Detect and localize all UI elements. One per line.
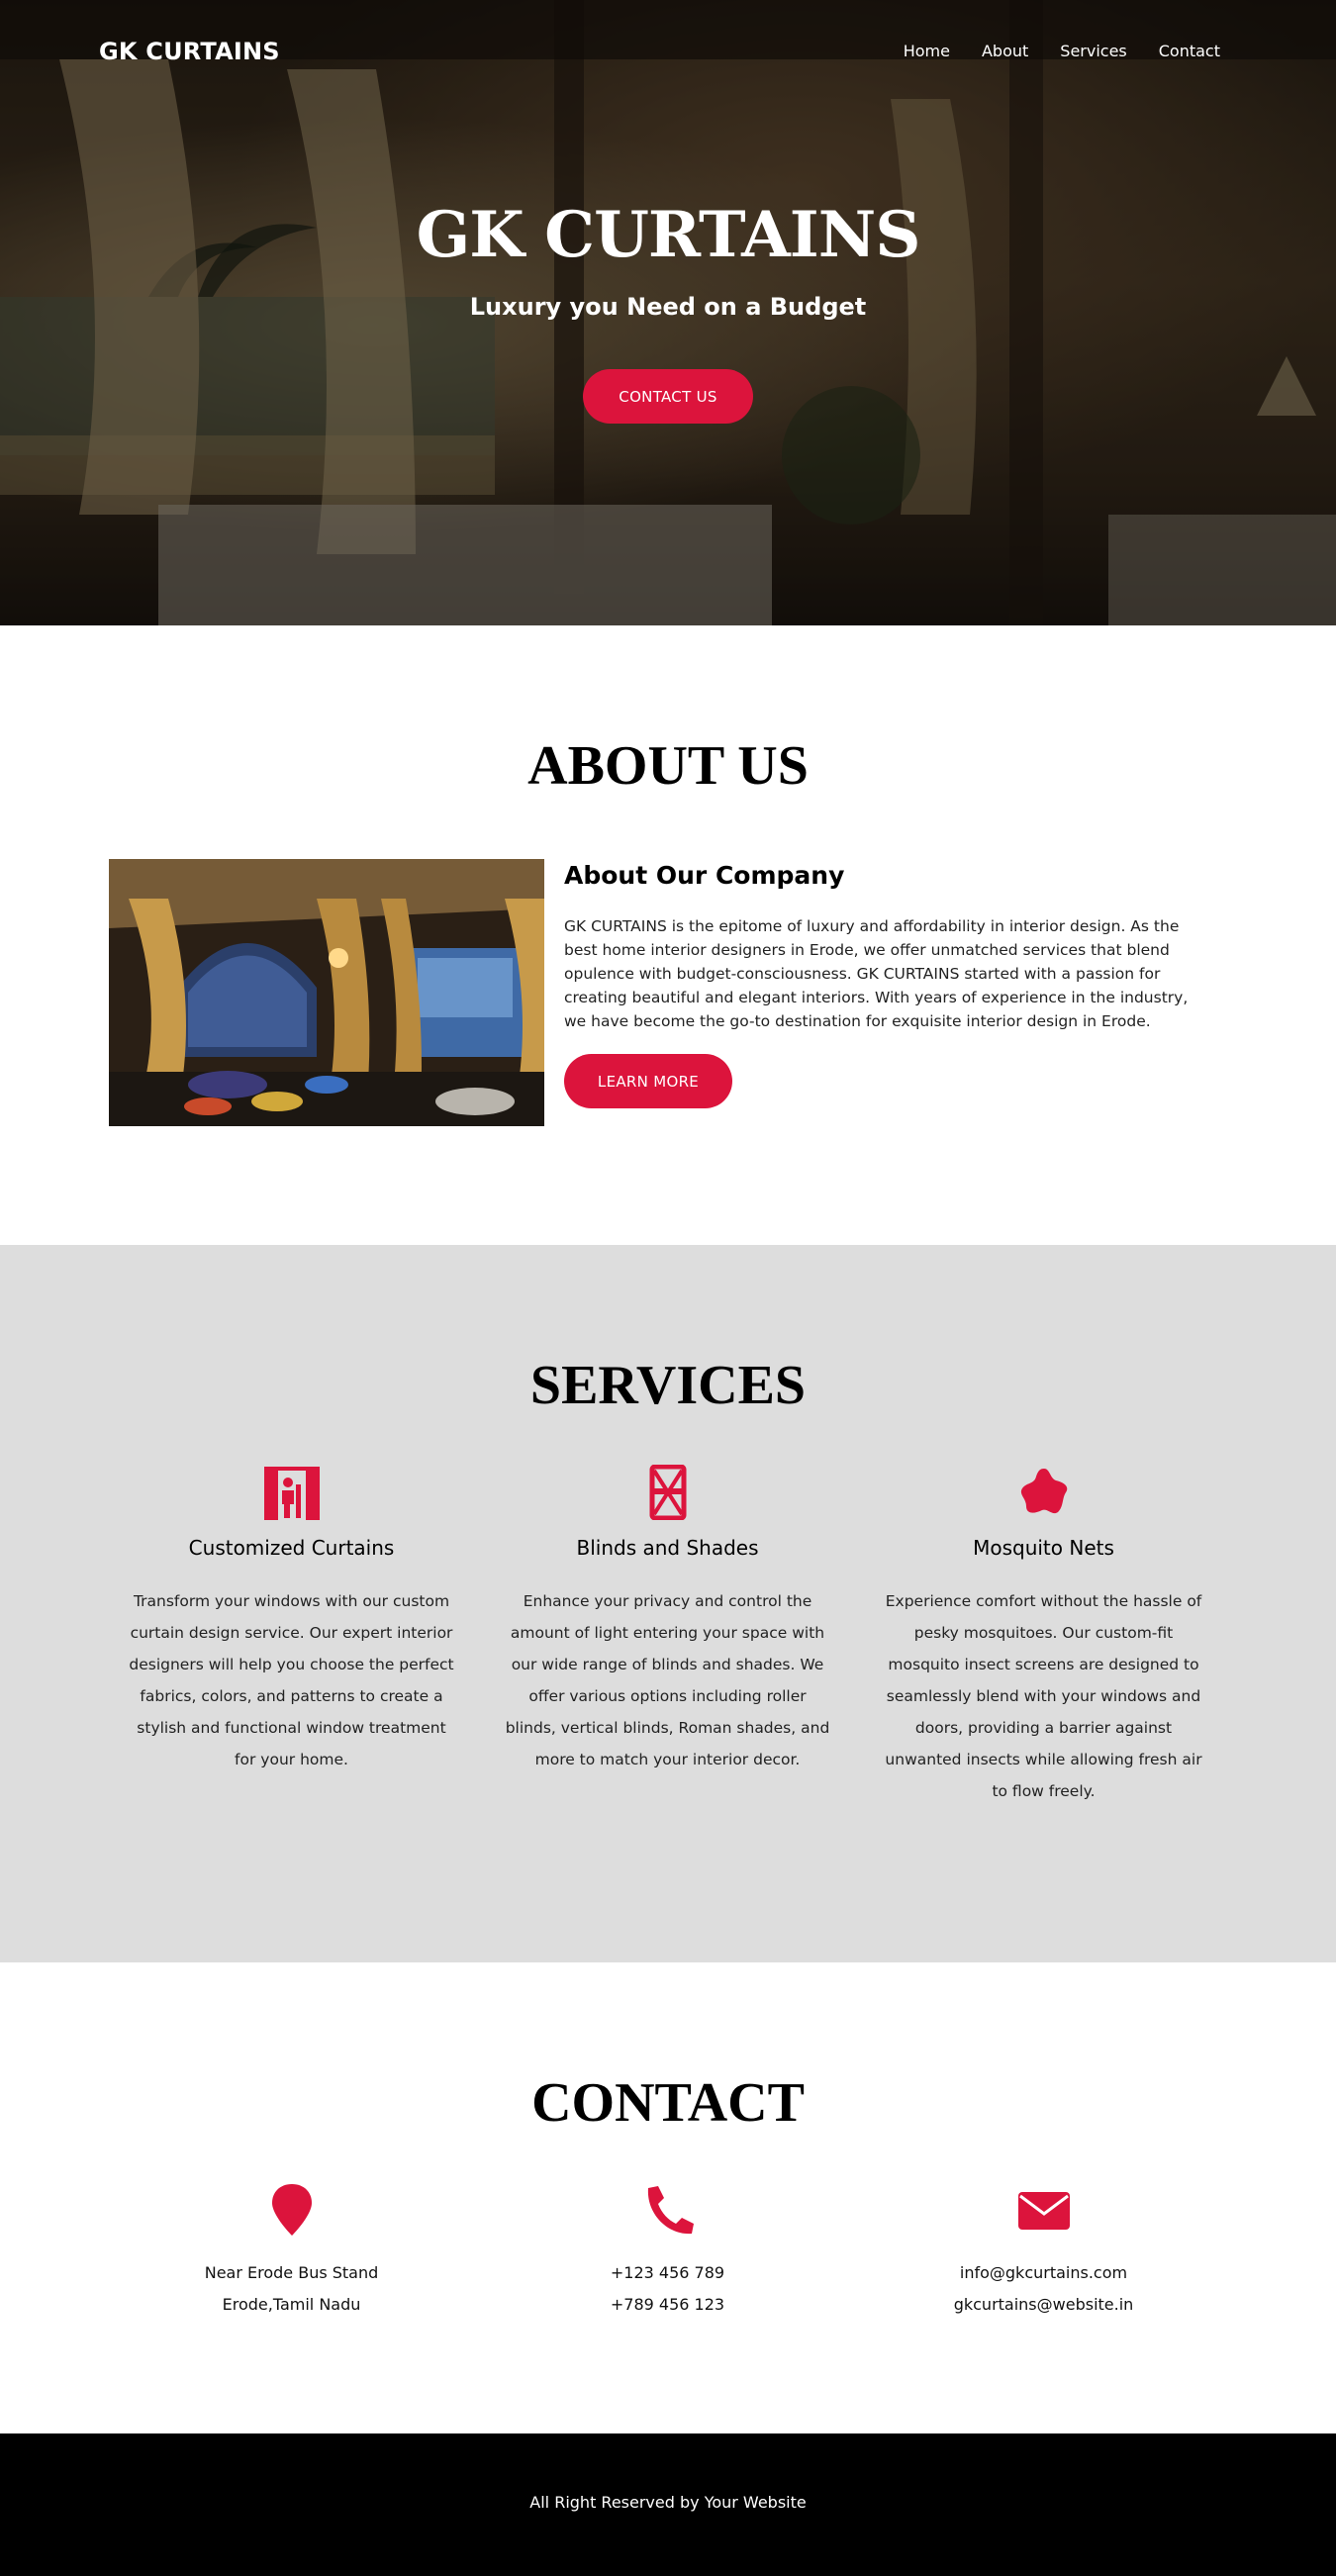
footer-copyright: All Right Reserved by Your Website xyxy=(529,2493,807,2512)
email-address[interactable]: gkcurtains@website.in xyxy=(873,2289,1214,2321)
mosquito-net-icon xyxy=(1020,1469,1067,1514)
hero-section: GK CURTAINS Home About Services Contact … xyxy=(0,0,1336,625)
learn-more-button[interactable]: LEARN MORE xyxy=(564,1054,732,1108)
about-image xyxy=(109,859,544,1126)
service-description: Enhance your privacy and control the amo… xyxy=(505,1592,830,1768)
service-card-blinds: Blinds and Shades Enhance your privacy a… xyxy=(497,1465,838,1775)
about-section: ABOUT US About Our Company GK CURTAINS i… xyxy=(0,625,1336,1245)
contact-phone: +123 456 789 +789 456 123 xyxy=(497,2182,838,2321)
service-card-mosquito-nets: Mosquito Nets Experience comfort without… xyxy=(873,1465,1214,1807)
about-heading: About Our Company xyxy=(564,861,845,890)
phone-number[interactable]: +789 456 123 xyxy=(497,2289,838,2321)
email-address[interactable]: info@gkcurtains.com xyxy=(873,2257,1214,2289)
service-description: Transform your windows with our custom c… xyxy=(129,1592,454,1768)
contact-address: Near Erode Bus Stand Erode,Tamil Nadu xyxy=(121,2182,462,2321)
service-card-curtains: Customized Curtains Transform your windo… xyxy=(121,1465,462,1775)
contact-email: info@gkcurtains.com gkcurtains@website.i… xyxy=(873,2182,1214,2321)
nav-home[interactable]: Home xyxy=(904,42,950,60)
phone-number[interactable]: +123 456 789 xyxy=(497,2257,838,2289)
hero-title: GK CURTAINS xyxy=(416,198,921,272)
about-title: ABOUT US xyxy=(527,735,809,797)
services-title: SERVICES xyxy=(529,1355,807,1416)
location-pin-icon xyxy=(271,2184,312,2236)
service-description: Experience comfort without the hassle of… xyxy=(885,1592,1202,1800)
footer: All Right Reserved by Your Website xyxy=(0,2433,1336,2576)
contact-title: CONTACT xyxy=(531,2072,805,2134)
blinds-icon xyxy=(649,1465,686,1520)
about-description: GK CURTAINS is the epitome of luxury and… xyxy=(564,917,1189,1030)
nav-contact[interactable]: Contact xyxy=(1159,42,1220,60)
nav-about[interactable]: About xyxy=(982,42,1028,60)
envelope-icon xyxy=(1017,2192,1070,2230)
brand-logo[interactable]: GK CURTAINS xyxy=(99,38,280,65)
hero-subtitle: Luxury you Need on a Budget xyxy=(469,293,867,321)
contact-us-button[interactable]: CONTACT US xyxy=(583,369,753,424)
address-line: Erode,Tamil Nadu xyxy=(222,2295,361,2314)
services-section: SERVICES Customized Curtains Transform y… xyxy=(0,1245,1336,1962)
service-title: Customized Curtains xyxy=(188,1536,395,1560)
contact-section: CONTACT Near Erode Bus Stand Erode,Tamil… xyxy=(0,1962,1336,2433)
phone-icon xyxy=(647,2186,694,2235)
service-title: Blinds and Shades xyxy=(576,1536,759,1560)
address-line: Near Erode Bus Stand xyxy=(204,2263,379,2282)
service-title: Mosquito Nets xyxy=(973,1536,1114,1560)
main-nav: Home About Services Contact xyxy=(904,42,1220,60)
curtains-icon xyxy=(263,1467,320,1520)
bedroom-illustration xyxy=(109,859,544,1126)
nav-services[interactable]: Services xyxy=(1060,42,1126,60)
